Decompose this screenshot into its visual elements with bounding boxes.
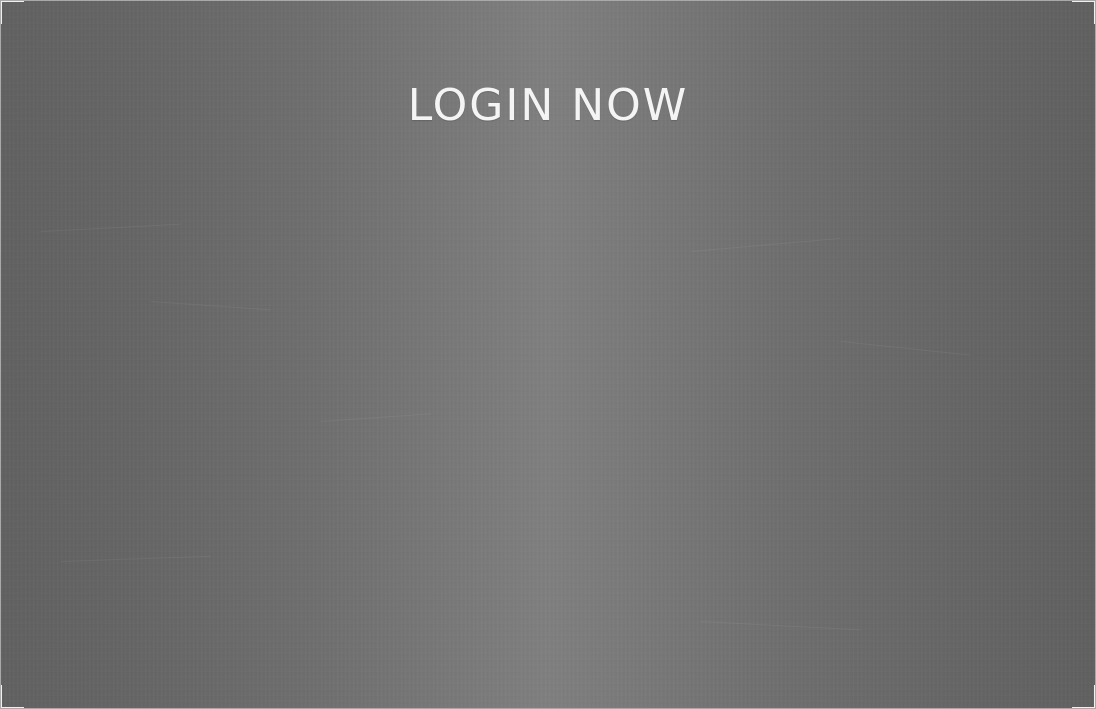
login-title: LOGIN NOW: [407, 80, 689, 132]
login-panel: LOGIN NOW: [0, 0, 1096, 709]
panel-scuff: [700, 621, 861, 631]
corner-mark-top-left: [1, 1, 24, 24]
panel-scuff: [840, 341, 971, 356]
panel-scuff: [150, 301, 271, 311]
panel-scuff: [320, 413, 431, 422]
corner-mark-top-right: [1072, 1, 1095, 24]
panel-scuff: [60, 555, 211, 562]
corner-mark-bottom-left: [1, 685, 24, 708]
corner-mark-bottom-right: [1072, 685, 1095, 708]
panel-scuff: [40, 223, 181, 232]
panel-scuff: [690, 237, 841, 252]
